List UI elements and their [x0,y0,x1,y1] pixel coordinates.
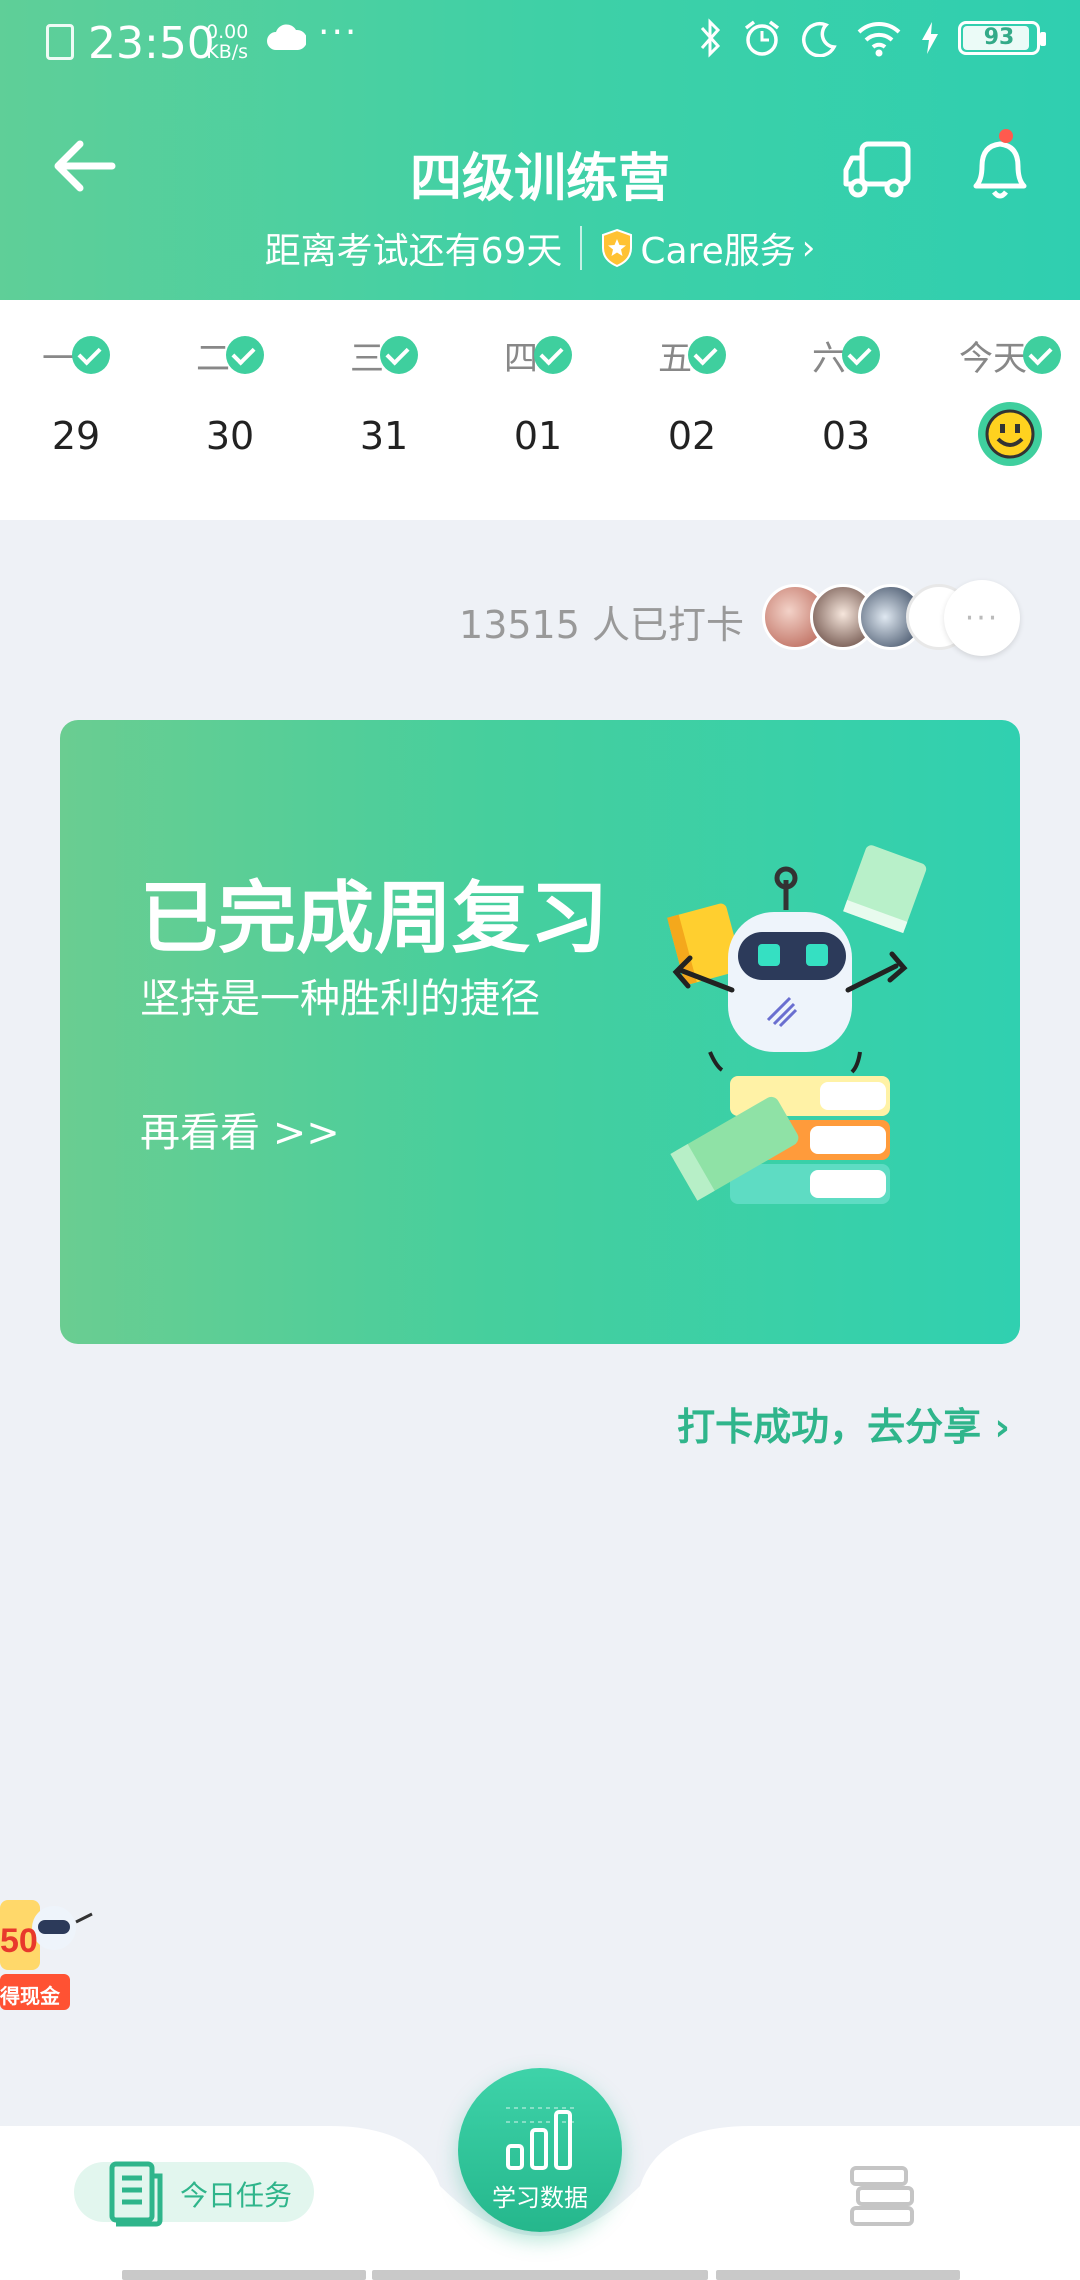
day-number: 31 [359,414,409,458]
check-icon [226,336,264,374]
home-indicator [372,2270,708,2280]
day-label: 五 [658,338,692,379]
wifi-icon [857,22,901,57]
week-calendar: 一 29 二 30 三 31 四 01 五 02 六 03 今天 [0,300,1080,520]
weekly-review-card[interactable]: 已完成周复习 坚持是一种胜利的捷径 再看看 >> [60,720,1020,1344]
day-label: 四 [504,338,538,379]
check-icon [1023,336,1061,374]
bluetooth-icon [700,18,721,58]
notification-bell-icon[interactable] [968,128,1032,206]
books-stack-icon[interactable] [848,2164,916,2228]
home-indicator [122,2270,366,2280]
check-icon [688,336,726,374]
network-speed: 0.00 KB/s [206,22,248,62]
day-number: 03 [821,414,871,458]
do-not-disturb-moon-icon [802,21,837,57]
sim-icon [46,24,74,60]
page-title: 四级训练营 [409,149,670,209]
header-subtitle: 距离考试还有69天 Care服务 › [0,222,1080,274]
study-data-button[interactable]: 学习数据 [458,2068,622,2232]
more-avatars-icon[interactable]: ··· [944,580,1020,656]
tab-today-label: 今日任务 [180,2179,293,2212]
smiley-face-icon [978,402,1042,466]
check-icon [842,336,880,374]
checkin-count: 13515 人已打卡 [459,603,744,647]
day-label: 一 [42,338,76,379]
robot-books-illustration [667,845,927,1204]
study-data-label: 学习数据 [492,2184,588,2212]
home-indicator [716,2270,960,2280]
day-label: 三 [350,338,384,379]
day-label: 六 [812,338,846,379]
day-sat[interactable]: 六 03 [786,330,906,458]
exam-countdown: 距离考试还有69天 [264,231,563,272]
day-tue[interactable]: 二 30 [170,330,290,458]
chevron-right-icon: › [801,228,816,268]
document-list-icon [109,2161,163,2227]
day-fri[interactable]: 五 02 [632,330,752,458]
check-icon [380,336,418,374]
checkin-row: 13515 人已打卡 ··· [0,580,1080,656]
card-title: 已完成周复习 [140,874,609,964]
day-today[interactable]: 今天 [940,330,1080,466]
more-notifications-icon: ··· [318,12,359,53]
share-link[interactable]: 打卡成功，去分享 › [677,1396,1010,1451]
day-number: 02 [667,414,717,458]
day-number: 29 [51,414,101,458]
day-label: 二 [196,338,230,379]
tab-today-tasks[interactable]: 今日任务 [74,2161,314,2227]
care-service-link[interactable]: Care服务 [640,222,795,274]
day-number: 30 [205,414,255,458]
divider [580,226,583,270]
promo-amount: 50 [0,1922,38,1960]
header: 23:50 0.00 KB/s ··· 93 四级训练营 距离考试还有69天 C… [0,0,1080,300]
cash-reward-badge[interactable]: 50 得现金 [0,1870,100,2020]
review-again-link[interactable]: 再看看 >> [140,1100,340,1158]
bar-chart-icon [506,2107,574,2170]
status-time: 23:50 [88,18,215,69]
day-mon[interactable]: 一 29 [16,330,136,458]
status-bar: 23:50 0.00 KB/s ··· 93 [0,0,1080,84]
speed-unit: KB/s [206,41,249,63]
day-label: 今天 [959,338,1027,379]
battery-level: 93 [983,25,1015,50]
check-icon [534,336,572,374]
check-icon [72,336,110,374]
promo-label: 得现金 [0,1984,60,2008]
speed-value: 0.00 [206,21,249,43]
day-number: 01 [513,414,563,458]
charging-icon [922,22,938,54]
day-thu[interactable]: 四 01 [478,330,598,458]
card-subtitle: 坚持是一种胜利的捷径 [140,976,540,1022]
shield-icon [602,228,633,268]
day-wed[interactable]: 三 31 [324,330,444,458]
battery-icon: 93 [958,21,1046,55]
weather-cloud-icon [267,24,306,50]
alarm-icon [744,20,780,56]
delivery-truck-icon[interactable] [842,138,914,200]
